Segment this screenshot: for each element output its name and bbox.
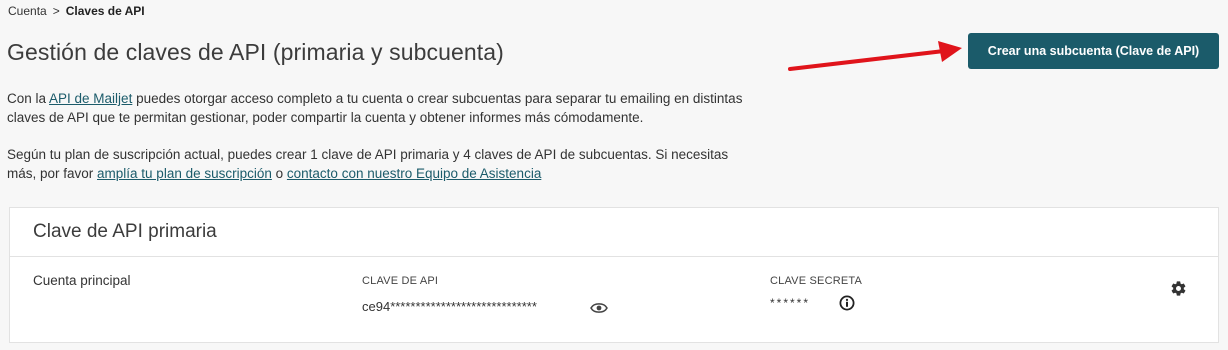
card-title: Clave de API primaria xyxy=(10,208,1218,257)
eye-icon[interactable] xyxy=(590,301,608,315)
account-label: Cuenta principal xyxy=(33,273,131,288)
intro-paragraph-1: Con la API de Mailjet puedes otorgar acc… xyxy=(7,89,747,127)
intro-paragraph-2: Según tu plan de suscripción actual, pue… xyxy=(7,145,747,183)
secret-key-heading: CLAVE SECRETA xyxy=(770,275,863,287)
breadcrumb-separator: > xyxy=(52,4,60,18)
gear-icon[interactable] xyxy=(1170,280,1187,297)
mailjet-api-link[interactable]: API de Mailjet xyxy=(49,91,132,106)
breadcrumb-current: Claves de API xyxy=(65,4,145,18)
api-key-heading: CLAVE DE API xyxy=(362,275,439,287)
intro-text: o xyxy=(271,166,287,181)
contact-support-link[interactable]: contacto con nuestro Equipo de Asistenci… xyxy=(287,166,541,181)
breadcrumb: Cuenta > Claves de API xyxy=(8,4,145,18)
upgrade-plan-link[interactable]: amplía tu plan de suscripción xyxy=(97,166,272,181)
create-subaccount-button[interactable]: Crear una subcuenta (Clave de API) xyxy=(968,33,1219,69)
intro-text: Con la xyxy=(7,91,50,106)
breadcrumb-link-cuenta[interactable]: Cuenta xyxy=(8,4,47,18)
annotation-arrow xyxy=(788,41,962,71)
primary-api-key-card: Clave de API primaria Cuenta principal C… xyxy=(9,207,1219,343)
api-key-value: ce94***************************** xyxy=(362,299,537,314)
info-icon[interactable] xyxy=(839,295,855,311)
page-title: Gestión de claves de API (primaria y sub… xyxy=(7,39,504,65)
secret-key-value: ****** xyxy=(770,296,811,310)
